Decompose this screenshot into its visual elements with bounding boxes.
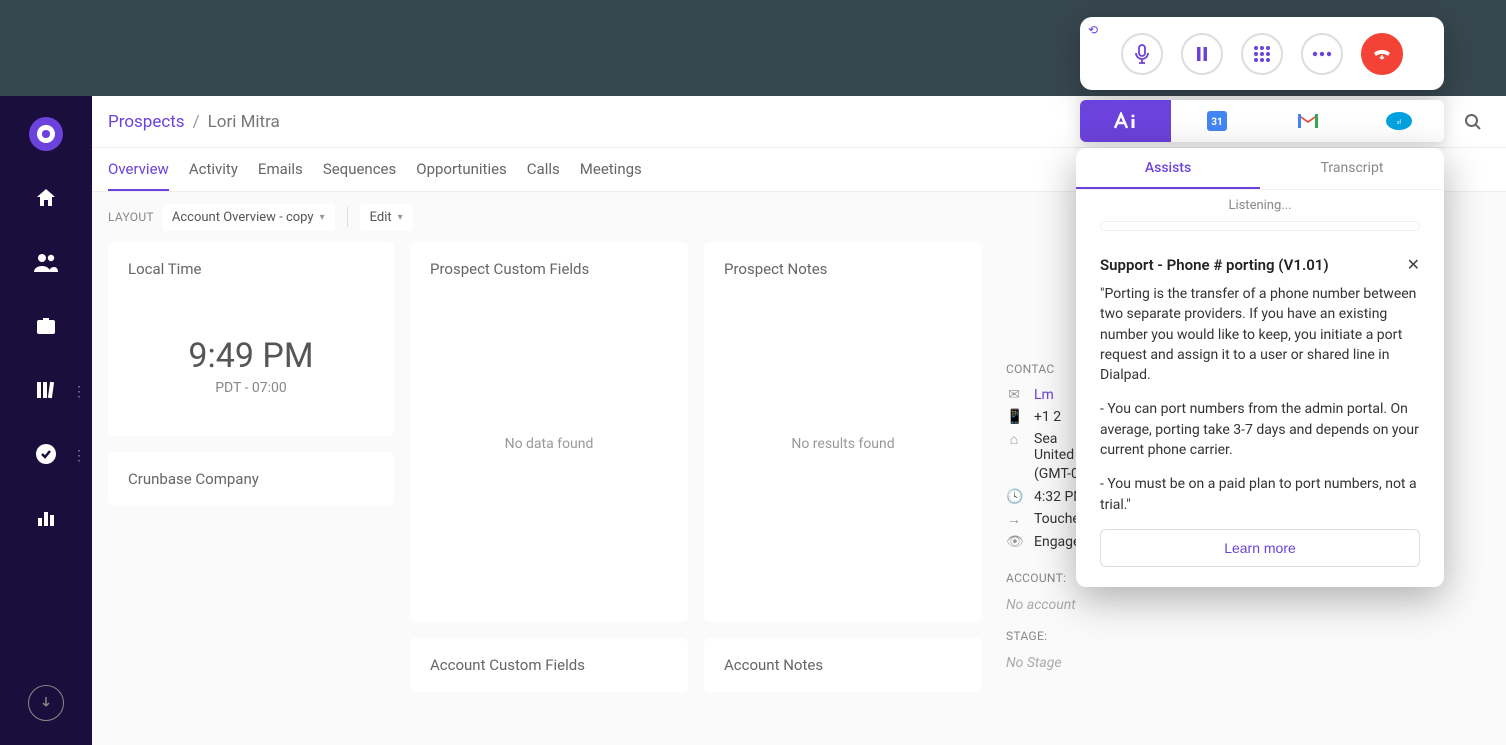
nav-analytics[interactable]: [22, 500, 70, 536]
email-link[interactable]: Lm: [1034, 387, 1054, 403]
tab-overview[interactable]: Overview: [108, 148, 169, 191]
call-bar: ⟲: [1080, 17, 1444, 90]
account-value: No account: [1006, 593, 1482, 629]
app-logo: [28, 116, 64, 152]
assist-p3: - You must be on a paid plan to port num…: [1100, 474, 1420, 515]
integration-bar: 31 sf: [1080, 100, 1444, 142]
breadcrumb-sep: /: [193, 112, 200, 132]
assist-p2: - You can port numbers from the admin po…: [1100, 399, 1420, 460]
int-ai[interactable]: [1080, 100, 1171, 142]
card-crunchbase: Crunbase Company: [108, 452, 394, 506]
card-title: Prospect Notes: [704, 242, 982, 296]
tab-meetings[interactable]: Meetings: [580, 148, 642, 191]
resize-icon[interactable]: ⟲: [1088, 23, 1098, 37]
assist-status: Listening...: [1076, 190, 1444, 221]
card-title: Crunbase Company: [108, 452, 394, 506]
chevron-down-icon: ▾: [398, 212, 403, 223]
mail-icon: ✉: [1006, 387, 1022, 403]
card-title: Account Custom Fields: [410, 638, 688, 692]
card-account-custom: Account Custom Fields: [410, 638, 688, 692]
tab-activity[interactable]: Activity: [189, 148, 238, 191]
nav-home[interactable]: [22, 180, 70, 216]
eye-icon: 👁: [1006, 534, 1022, 550]
card-prospect-custom: Prospect Custom Fields No data found: [410, 242, 688, 622]
stage-section: STAGE: No Stage: [998, 629, 1490, 687]
int-calendar[interactable]: 31: [1171, 100, 1262, 142]
sidebar: ⋮ ⋮: [0, 96, 92, 745]
layout-select[interactable]: Account Overview - copy ▾: [162, 204, 335, 231]
layout-label: LAYOUT: [108, 210, 154, 224]
divider: [347, 207, 348, 227]
card-title: Prospect Custom Fields: [410, 242, 688, 296]
assist-panel: Assists Transcript Listening... Support …: [1076, 148, 1444, 587]
clock-icon: 🕓: [1006, 489, 1022, 505]
chevron-down-icon: ▾: [320, 212, 325, 223]
assist-title-row: Support - Phone # porting (V1.01) ✕: [1100, 255, 1420, 274]
more-button[interactable]: [1301, 33, 1343, 75]
pause-button[interactable]: [1181, 33, 1223, 75]
assist-p1: "Porting is the transfer of a phone numb…: [1100, 284, 1420, 385]
hangup-button[interactable]: [1361, 33, 1403, 75]
stage-heading: STAGE:: [1006, 629, 1482, 643]
assist-card: Support - Phone # porting (V1.01) ✕ "Por…: [1076, 239, 1444, 587]
tab-sequences[interactable]: Sequences: [323, 148, 396, 191]
assist-tab-transcript[interactable]: Transcript: [1260, 148, 1444, 189]
breadcrumb: Prospects / Lori Mitra: [108, 112, 280, 132]
home-icon: ⌂: [1006, 431, 1022, 448]
svg-text:31: 31: [1211, 117, 1222, 128]
card-title: Account Notes: [704, 638, 982, 692]
nav-check[interactable]: ⋮: [22, 436, 70, 472]
tab-calls[interactable]: Calls: [527, 148, 560, 191]
time-tz: PDT - 07:00: [128, 380, 374, 396]
empty-state: No data found: [410, 296, 688, 592]
prev-card-edge: [1100, 221, 1420, 231]
card-prospect-notes: Prospect Notes No results found: [704, 242, 982, 622]
layout-edit[interactable]: Edit ▾: [360, 204, 413, 231]
nav-briefcase[interactable]: [22, 308, 70, 344]
arrow-icon: →: [1006, 511, 1022, 528]
phone-value: +1 2: [1034, 409, 1061, 425]
svg-text:sf: sf: [1396, 119, 1401, 126]
card-local-time: Local Time 9:49 PM PDT - 07:00: [108, 242, 394, 436]
int-gmail[interactable]: [1262, 100, 1353, 142]
more-icon[interactable]: ⋮: [72, 448, 86, 464]
assist-tabs: Assists Transcript: [1076, 148, 1444, 190]
col-2: Prospect Custom Fields No data found Acc…: [410, 242, 688, 692]
tab-emails[interactable]: Emails: [258, 148, 303, 191]
empty-state: No results found: [704, 296, 982, 592]
col-1: Local Time 9:49 PM PDT - 07:00 Crunbase …: [108, 242, 394, 692]
search-icon[interactable]: [1456, 105, 1490, 139]
mic-button[interactable]: [1121, 33, 1163, 75]
assist-body: "Porting is the transfer of a phone numb…: [1100, 284, 1420, 515]
stage-value: No Stage: [1006, 651, 1482, 687]
breadcrumb-current: Lori Mitra: [208, 112, 280, 132]
time-value: 9:49 PM: [128, 336, 374, 376]
close-icon[interactable]: ✕: [1407, 255, 1420, 274]
tab-opportunities[interactable]: Opportunities: [416, 148, 507, 191]
learn-more-button[interactable]: Learn more: [1100, 529, 1420, 567]
assist-tab-assists[interactable]: Assists: [1076, 148, 1260, 189]
more-icon[interactable]: ⋮: [72, 384, 86, 400]
int-salesforce[interactable]: sf: [1353, 100, 1444, 142]
card-account-notes: Account Notes: [704, 638, 982, 692]
layout-value: Account Overview - copy: [172, 210, 314, 225]
dialpad-button[interactable]: [1241, 33, 1283, 75]
phone-icon: 📱: [1006, 409, 1022, 425]
download-button[interactable]: [28, 685, 64, 721]
col-3: Prospect Notes No results found Account …: [704, 242, 982, 692]
nav-library[interactable]: ⋮: [22, 372, 70, 408]
card-title: Local Time: [108, 242, 394, 296]
breadcrumb-root[interactable]: Prospects: [108, 112, 185, 132]
assist-title: Support - Phone # porting (V1.01): [1100, 256, 1329, 274]
nav-people[interactable]: [22, 244, 70, 280]
local-time-body: 9:49 PM PDT - 07:00: [108, 296, 394, 436]
edit-label: Edit: [370, 210, 392, 225]
